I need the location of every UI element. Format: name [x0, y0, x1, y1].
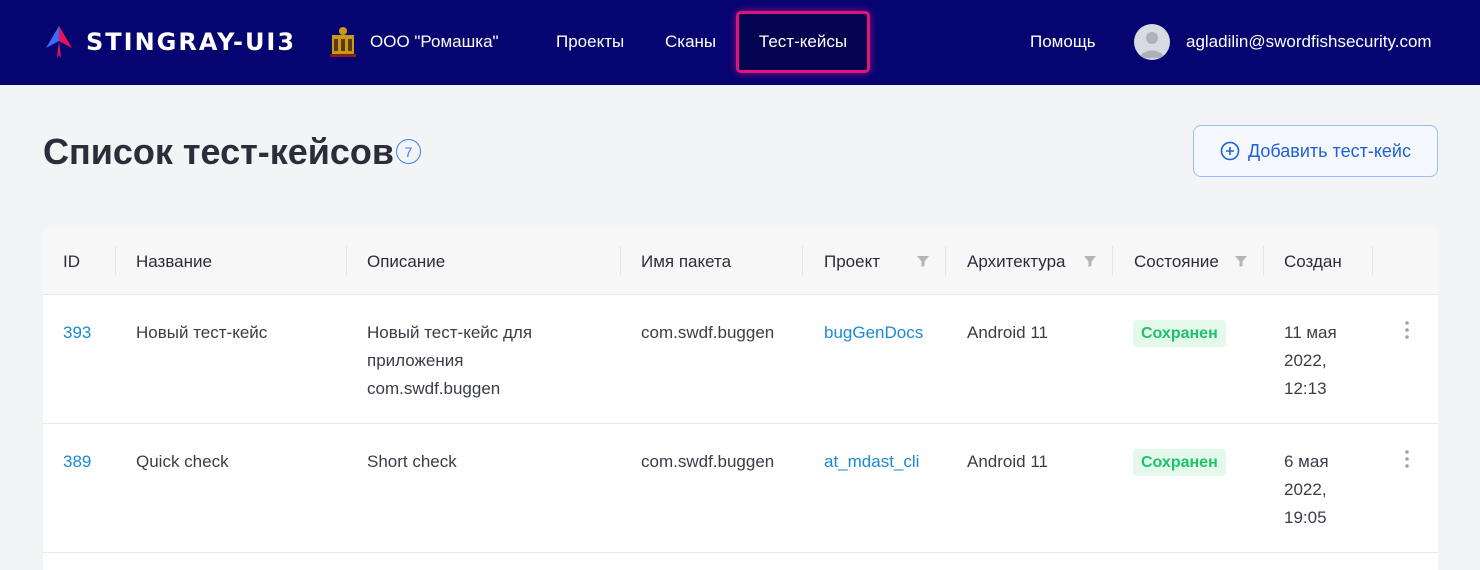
column-divider: [620, 246, 621, 276]
page-title: Список тест-кейсов: [43, 131, 395, 172]
column-divider: [802, 246, 803, 276]
filter-icon[interactable]: [1234, 254, 1248, 273]
column-header-name[interactable]: Название: [136, 252, 212, 272]
filter-icon[interactable]: [916, 254, 930, 273]
table-header: ID Название Описание Имя пакета Проект А…: [43, 227, 1438, 295]
column-divider: [1372, 246, 1373, 276]
status-badge: Сохранен: [1133, 449, 1226, 476]
column-divider: [115, 246, 116, 276]
created-date: 11 мая 2022, 12:13: [1284, 323, 1337, 398]
nav-test-cases[interactable]: Тест-кейсы: [736, 11, 870, 73]
test-case-id-link[interactable]: 393: [63, 319, 91, 347]
package-name: com.swdf.buggen: [641, 452, 775, 471]
plus-circle-icon: [1220, 141, 1240, 161]
test-case-name: Quick check: [136, 452, 229, 471]
test-case-description: Новый тест-кейс для приложения com.swdf.…: [367, 323, 533, 398]
column-header-package[interactable]: Имя пакета: [641, 252, 731, 272]
column-header-architecture[interactable]: Архитектура: [967, 252, 1065, 272]
test-case-id-link[interactable]: 389: [63, 448, 91, 476]
organization-emblem-icon: [330, 27, 356, 57]
add-test-case-button[interactable]: Добавить тест-кейс: [1193, 125, 1438, 177]
organization-name: ООО "Ромашка": [370, 32, 499, 51]
user-email: agladilin@swordfishsecurity.com: [1186, 32, 1432, 51]
test-case-description: Short check: [367, 452, 457, 471]
test-case-name: Новый тест-кейс: [136, 323, 268, 342]
logo-text: STINGRAY-UI3: [86, 28, 297, 56]
nav-scans[interactable]: Сканы: [665, 32, 716, 52]
column-divider: [945, 246, 946, 276]
project-link[interactable]: bugGenDocs: [824, 319, 923, 347]
column-header-project[interactable]: Проект: [824, 252, 880, 272]
top-navigation-bar: STINGRAY-UI3 ООО "Ромашка" Проекты Сканы…: [0, 0, 1480, 85]
add-test-case-label: Добавить тест-кейс: [1248, 140, 1411, 161]
created-date: 6 мая 2022, 19:05: [1284, 452, 1329, 527]
nav-projects[interactable]: Проекты: [556, 32, 624, 52]
project-link[interactable]: at_mdast_cli: [824, 448, 919, 476]
package-name: com.swdf.buggen: [641, 323, 775, 342]
column-divider: [346, 246, 347, 276]
table-row[interactable]: 389 Quick check Short check com.swdf.bug…: [43, 424, 1438, 553]
user-menu[interactable]: agladilin@swordfishsecurity.com: [1134, 24, 1432, 60]
filter-icon[interactable]: [1083, 254, 1097, 273]
user-avatar-icon: [1140, 32, 1164, 58]
architecture: Android 11: [967, 323, 1048, 342]
column-divider: [1112, 246, 1113, 276]
column-header-description[interactable]: Описание: [367, 252, 445, 272]
nav-help[interactable]: Помощь: [1030, 32, 1096, 52]
column-header-status[interactable]: Состояние: [1134, 252, 1219, 272]
column-header-created[interactable]: Создан: [1284, 252, 1342, 272]
more-options-icon[interactable]: [1404, 449, 1410, 469]
status-badge: Сохранен: [1133, 320, 1226, 347]
count-badge: 7: [396, 139, 421, 164]
app-logo[interactable]: STINGRAY-UI3: [42, 24, 296, 60]
avatar: [1134, 24, 1170, 60]
column-header-id[interactable]: ID: [63, 252, 80, 272]
column-divider: [1263, 246, 1264, 276]
architecture: Android 11: [967, 452, 1048, 471]
stingray-logo-icon: [46, 26, 72, 58]
table-row[interactable]: 393 Новый тест-кейс Новый тест-кейс для …: [43, 295, 1438, 424]
organization-selector[interactable]: ООО "Ромашка": [328, 25, 499, 59]
more-options-icon[interactable]: [1404, 320, 1410, 340]
test-cases-table: ID Название Описание Имя пакета Проект А…: [43, 227, 1438, 570]
